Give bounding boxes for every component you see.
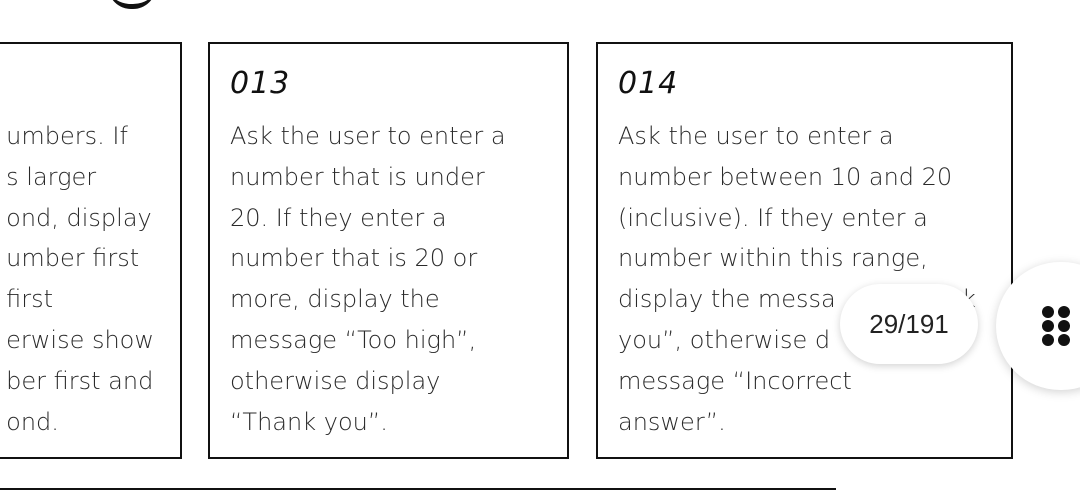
text-line: number within this range,: [618, 244, 928, 273]
text-line: umber first: [6, 244, 140, 273]
text-line: number that is under: [230, 162, 485, 191]
text-line: ber first and: [6, 366, 154, 395]
challenge-card-012: umbers. If s larger ond, display umber f…: [0, 42, 182, 459]
text-line: more, display the: [230, 285, 440, 314]
text-line: Ask the user to enter a: [618, 122, 894, 150]
text-line: ond.: [6, 407, 59, 436]
text-line: number between 10 and 20: [618, 162, 953, 191]
text-line: (inclusive). If they enter a: [618, 203, 928, 232]
text-line: first: [6, 285, 54, 314]
text-line: otherwise display: [230, 366, 441, 395]
next-card-top-border: [0, 488, 836, 490]
challenge-number: 013: [230, 66, 291, 101]
challenge-text: Ask the user to enter a number between 1…: [618, 116, 976, 442]
challenge-text: umbers. If s larger ond, display umber f…: [6, 116, 154, 442]
text-line: 20. If they enter a: [230, 203, 447, 232]
text-line: s larger: [6, 162, 97, 191]
challenge-card-014: 014 Ask the user to enter a number betwe…: [596, 42, 1013, 459]
text-line: umbers. If: [6, 122, 128, 150]
text-line: number that is 20 or: [230, 244, 478, 273]
text-line: ond, display: [6, 203, 152, 232]
challenge-number: 014: [618, 66, 679, 101]
text-line: message “Incorrect: [618, 366, 852, 395]
text-line: “Thank you”.: [230, 407, 388, 436]
page-heading-fragment: [108, 0, 156, 9]
text-line: message “Too high”,: [230, 325, 477, 354]
text-line: Ask the user to enter a: [230, 122, 506, 150]
page-indicator[interactable]: 29/191: [840, 284, 978, 364]
challenge-card-013: 013 Ask the user to enter a number that …: [208, 42, 569, 459]
challenge-text: Ask the user to enter a number that is u…: [230, 116, 506, 442]
text-line: answer”.: [618, 407, 726, 436]
text-fragment: display the messa: [618, 285, 836, 314]
dots-grid-icon: [1042, 306, 1070, 346]
page-indicator-text: 29/191: [869, 308, 949, 339]
text-line: erwise show: [6, 325, 154, 354]
